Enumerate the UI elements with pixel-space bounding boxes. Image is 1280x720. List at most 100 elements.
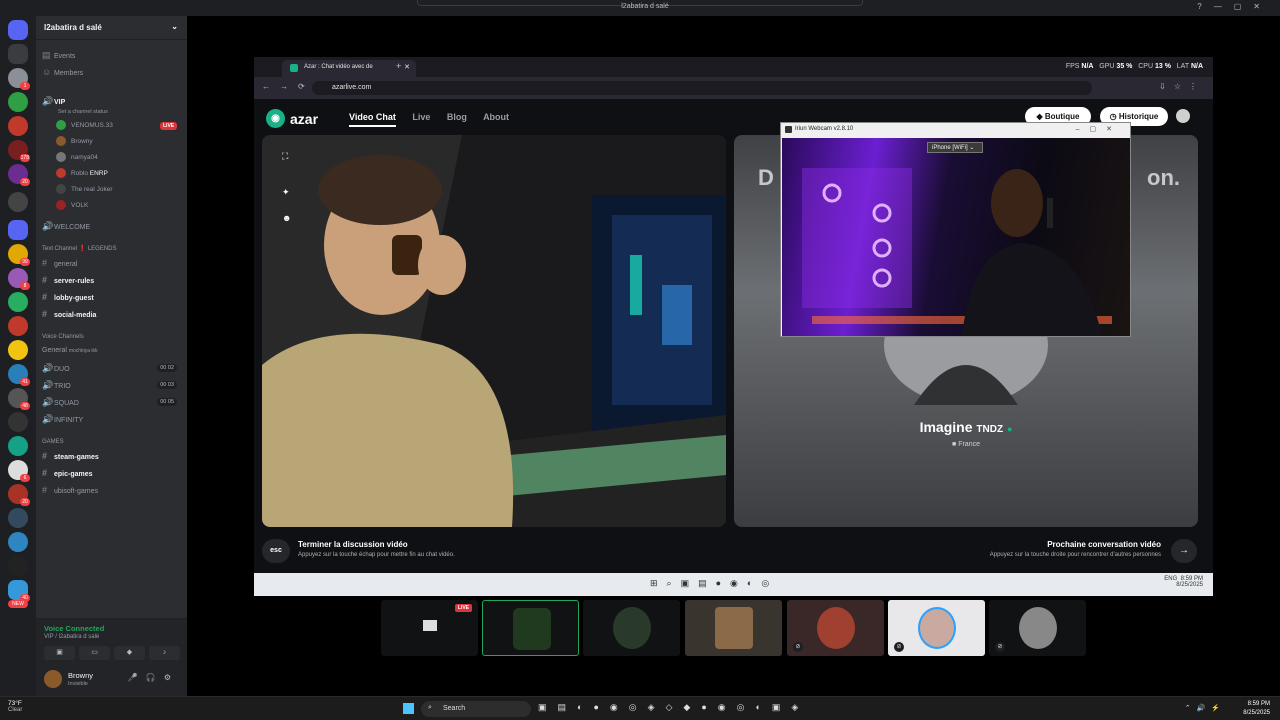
partner-name: Imagine TNDZ ● bbox=[919, 419, 1013, 435]
voice-connected-label[interactable]: Voice Connected bbox=[44, 624, 104, 633]
server-icon[interactable] bbox=[8, 92, 28, 112]
esc-button[interactable]: esc bbox=[262, 539, 290, 563]
speaker-icon: 🔊 bbox=[42, 221, 54, 231]
voice-location[interactable]: VIP / l2abatira d salé bbox=[44, 634, 99, 640]
address-bar[interactable]: azarlive.com bbox=[312, 81, 1092, 95]
taskbar-clock[interactable]: 8:59 PM 8/25/2025 bbox=[1243, 700, 1270, 718]
voice-user[interactable]: VOLK bbox=[56, 199, 88, 213]
channel-steam-games[interactable]: # steam-games bbox=[42, 450, 99, 462]
server-icon[interactable] bbox=[8, 292, 28, 312]
participant-tile[interactable]: ⊘ bbox=[787, 600, 884, 656]
server-icon[interactable] bbox=[8, 116, 28, 136]
window-controls[interactable]: –▢✕ bbox=[1076, 125, 1122, 133]
voice-user[interactable]: VENOMUS.33 bbox=[56, 119, 113, 133]
voice-user[interactable]: Browny bbox=[56, 135, 93, 149]
fullscreen-icon[interactable]: ⛶ bbox=[282, 151, 288, 162]
server-icon[interactable] bbox=[8, 220, 28, 240]
server-icon[interactable]: 99 bbox=[8, 244, 30, 266]
inbox-icon[interactable] bbox=[8, 44, 28, 64]
camera-icon[interactable]: ▣ bbox=[44, 646, 75, 660]
inner-taskbar-icons[interactable]: ⊞⌕▣▤●◉◐◎ bbox=[650, 578, 778, 589]
nav-buttons[interactable]: ←→⟳ bbox=[262, 82, 315, 91]
server-icon[interactable]: 178 bbox=[8, 140, 30, 162]
server-icon[interactable] bbox=[8, 340, 28, 360]
nav-blog[interactable]: Blog bbox=[447, 112, 467, 122]
windows-taskbar: 73°F Clear ⌕ Search ▣▤◐●◉◎◈◇◆●◉◎◐▣◈ ⌃🔊⚡ 8:… bbox=[0, 696, 1280, 720]
window-controls[interactable]: ?—▢✕ bbox=[1197, 2, 1272, 11]
nav-about[interactable]: About bbox=[483, 112, 509, 122]
channel-general[interactable]: # general bbox=[42, 257, 77, 269]
server-icon[interactable]: 6 bbox=[8, 460, 30, 482]
next-arrow-button[interactable]: → bbox=[1171, 539, 1197, 563]
user-controls[interactable]: 🎤🎧⚙ bbox=[128, 673, 179, 682]
channel-status[interactable]: Set a channel status bbox=[58, 106, 108, 118]
server-icon[interactable]: 8 bbox=[8, 268, 30, 290]
voice-channel-general[interactable]: General mochkiya ikk bbox=[42, 345, 97, 357]
server-icon[interactable]: 41 bbox=[8, 364, 30, 386]
voice-channel-duo[interactable]: 🔊DUO bbox=[42, 362, 70, 374]
server-icon[interactable] bbox=[8, 316, 28, 336]
screen-share-icon[interactable]: ▭ bbox=[79, 646, 110, 660]
server-icon[interactable] bbox=[8, 436, 28, 456]
participant-tile[interactable] bbox=[685, 600, 782, 656]
avatar[interactable] bbox=[44, 670, 62, 688]
participant-tile[interactable] bbox=[482, 600, 579, 656]
nav-video-chat[interactable]: Video Chat bbox=[349, 112, 396, 127]
category-games[interactable]: GAMES bbox=[42, 436, 64, 448]
voice-channel-trio[interactable]: 🔊TRIO bbox=[42, 379, 71, 391]
category-text[interactable]: Text Channel ❗ LEGENDS bbox=[42, 243, 117, 255]
voice-user[interactable]: Roblo ENRP bbox=[56, 167, 108, 181]
voice-channel-welcome[interactable]: 🔊WELCOME bbox=[42, 220, 90, 232]
server-icon[interactable]: 20 bbox=[8, 164, 30, 186]
server-icon[interactable] bbox=[8, 412, 28, 432]
participant-tile[interactable]: ⊘ bbox=[989, 600, 1086, 656]
voice-channel-squad[interactable]: 🔊SQUAD bbox=[42, 396, 79, 408]
taskbar-apps[interactable]: ▣▤◐●◉◎◈◇◆●◉◎◐▣◈ bbox=[538, 702, 809, 713]
participant-tile-stream[interactable]: LIVE bbox=[381, 600, 478, 656]
soundboard-icon[interactable]: ♪ bbox=[149, 646, 180, 660]
server-icon[interactable]: 48 bbox=[8, 388, 30, 410]
voice-controls: ▣ ▭ ◆ ♪ bbox=[44, 646, 180, 660]
activity-icon[interactable]: ◆ bbox=[114, 646, 145, 660]
start-button[interactable] bbox=[403, 703, 414, 714]
server-icon[interactable] bbox=[8, 192, 28, 212]
weather-widget[interactable]: 73°F Clear bbox=[8, 700, 22, 713]
server-icon[interactable]: 40 bbox=[8, 580, 30, 602]
channel-epic-games[interactable]: # epic-games bbox=[42, 467, 93, 479]
azar-logo[interactable]: ◉ azar bbox=[266, 109, 318, 128]
voice-user[interactable]: The real Joker bbox=[56, 183, 113, 197]
guild-header[interactable]: l2abatira d salé ⌄ bbox=[36, 16, 187, 40]
server-icon[interactable]: 20 bbox=[8, 484, 30, 506]
nav-live[interactable]: Live bbox=[412, 112, 430, 122]
discord-home-icon[interactable] bbox=[8, 20, 28, 40]
device-select[interactable]: iPhone [WiFi] ⌄ bbox=[927, 142, 983, 153]
mute-icon: ⊘ bbox=[995, 642, 1005, 652]
close-icon[interactable]: ✕ bbox=[404, 63, 410, 71]
speaker-icon: 🔊 bbox=[42, 397, 54, 407]
channel-server-rules[interactable]: # server-rules bbox=[42, 274, 94, 286]
channel-lobby-guest[interactable]: # lobby-guest bbox=[42, 291, 94, 303]
profile-icon[interactable] bbox=[1176, 109, 1190, 123]
iriun-webcam-window[interactable]: Iriun Webcam v2.8.10 –▢✕ iPhone [WiFi] ⌄ bbox=[780, 122, 1131, 337]
server-icon[interactable] bbox=[8, 532, 28, 552]
participant-tile[interactable]: ⊘ bbox=[888, 600, 985, 656]
channel-ubisoft-games[interactable]: # ubisoft-games bbox=[42, 484, 98, 496]
next-chat-sub: Appuyez sur la touche droite pour rencon… bbox=[989, 552, 1161, 558]
voice-channel-infinity[interactable]: 🔊INFINITY bbox=[42, 413, 83, 425]
sticker-icon[interactable]: ☻ bbox=[282, 213, 291, 223]
new-tab-icon[interactable]: + bbox=[396, 61, 401, 71]
server-icon[interactable] bbox=[8, 508, 28, 528]
members-link[interactable]: ☺ Members bbox=[42, 66, 83, 78]
effects-icon[interactable]: ✦ bbox=[282, 187, 290, 198]
server-icon[interactable]: 1 bbox=[8, 68, 30, 90]
server-icon[interactable] bbox=[8, 556, 28, 576]
category-voice[interactable]: Voice Channels bbox=[42, 331, 84, 343]
participant-tile[interactable] bbox=[583, 600, 680, 656]
toolbar-icons[interactable]: ⇩☆⋮ bbox=[1159, 82, 1205, 91]
system-tray[interactable]: ⌃🔊⚡ bbox=[1185, 704, 1226, 712]
taskbar-search[interactable]: ⌕ Search bbox=[421, 701, 531, 717]
voice-user[interactable]: namya04 bbox=[56, 151, 98, 165]
iriun-titlebar[interactable]: Iriun Webcam v2.8.10 –▢✕ bbox=[781, 123, 1130, 137]
events-link[interactable]: ▤ Events bbox=[42, 49, 75, 61]
channel-social-media[interactable]: # social-media bbox=[42, 308, 96, 320]
